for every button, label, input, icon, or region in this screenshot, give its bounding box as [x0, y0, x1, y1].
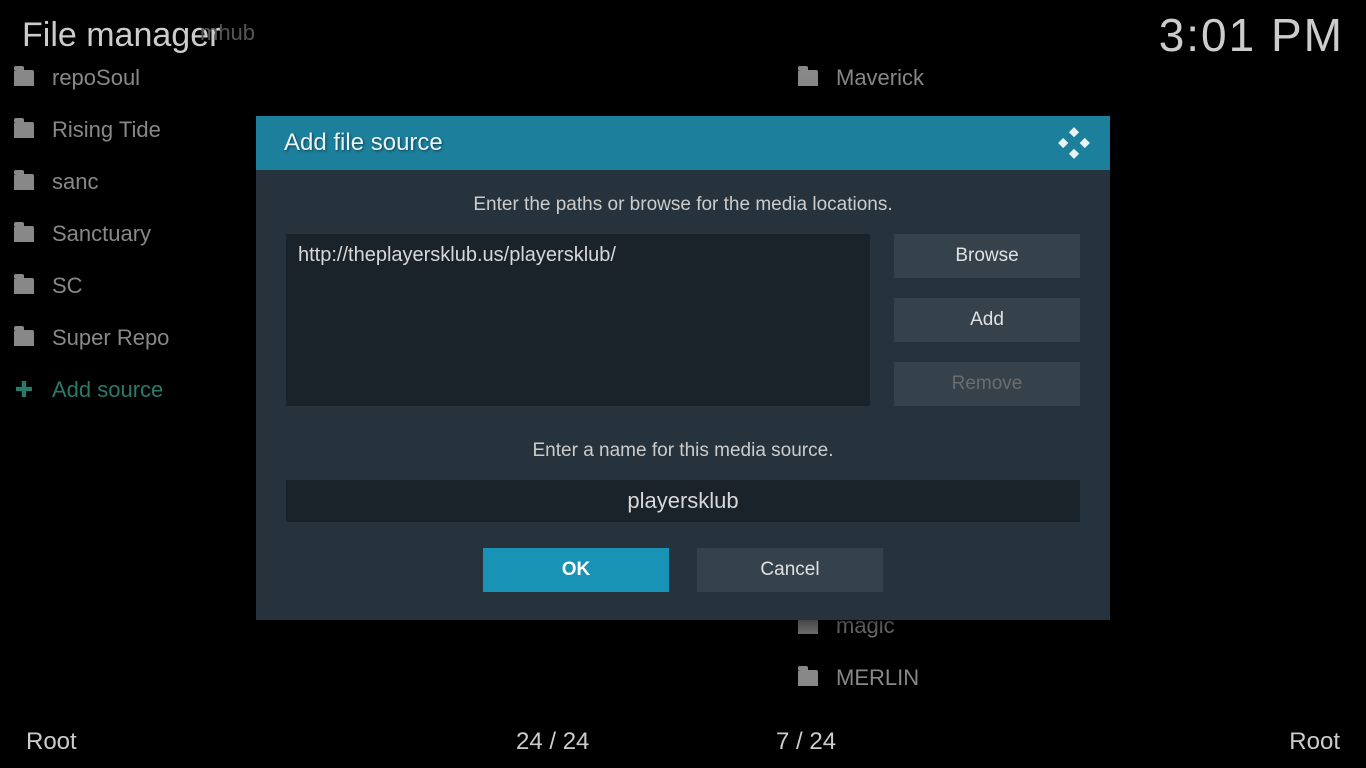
- folder-icon: [798, 70, 818, 86]
- folder-icon: [14, 330, 34, 346]
- list-item-label: sanc: [52, 169, 98, 195]
- add-file-source-dialog: Add file source Enter the paths or brows…: [256, 116, 1110, 620]
- list-item[interactable]: repoSoul: [14, 65, 574, 91]
- path-value: http://theplayersklub.us/playersklub/: [298, 244, 616, 266]
- footer: Root 24 / 24 7 / 24 Root: [0, 716, 1366, 768]
- source-name-input[interactable]: playersklub: [286, 480, 1080, 522]
- folder-icon: [798, 670, 818, 686]
- clock: 3:01 PM: [1159, 8, 1344, 62]
- list-item-label: SC: [52, 273, 83, 299]
- folder-icon: [14, 278, 34, 294]
- page-title: File manager: [22, 16, 220, 55]
- plus-icon: ✚: [14, 377, 34, 403]
- list-item-label: MERLIN: [836, 665, 919, 691]
- folder-icon: [14, 174, 34, 190]
- path-input[interactable]: http://theplayersklub.us/playersklub/: [286, 234, 870, 406]
- kodi-logo-icon: [1056, 125, 1092, 161]
- list-item-label: Super Repo: [52, 325, 169, 351]
- footer-right-root: Root: [1289, 728, 1340, 756]
- list-item-label: repoSoul: [52, 65, 140, 91]
- browse-button[interactable]: Browse: [894, 234, 1080, 278]
- dialog-header: Add file source: [256, 116, 1110, 170]
- add-button[interactable]: Add: [894, 298, 1080, 342]
- ok-button[interactable]: OK: [483, 548, 669, 592]
- folder-icon: [14, 70, 34, 86]
- add-source-label: Add source: [52, 377, 163, 403]
- list-item[interactable]: MERLIN: [798, 665, 1348, 691]
- list-item[interactable]: mhub: [200, 20, 255, 46]
- list-item-label: Rising Tide: [52, 117, 161, 143]
- list-item-label: Maverick: [836, 65, 924, 91]
- dialog-title: Add file source: [284, 129, 443, 157]
- footer-right-count: 7 / 24: [776, 728, 1289, 756]
- path-instruction: Enter the paths or browse for the media …: [286, 194, 1080, 216]
- folder-icon: [14, 122, 34, 138]
- name-instruction: Enter a name for this media source.: [286, 440, 1080, 462]
- remove-button[interactable]: Remove: [894, 362, 1080, 406]
- footer-left-root: Root: [26, 728, 516, 756]
- dialog-body: Enter the paths or browse for the media …: [256, 170, 1110, 620]
- footer-left-count: 24 / 24: [516, 728, 776, 756]
- source-name-value: playersklub: [627, 488, 738, 514]
- list-item[interactable]: Maverick: [798, 65, 1348, 91]
- folder-icon: [798, 618, 818, 634]
- folder-icon: [14, 226, 34, 242]
- list-item-label: Sanctuary: [52, 221, 151, 247]
- cancel-button[interactable]: Cancel: [697, 548, 883, 592]
